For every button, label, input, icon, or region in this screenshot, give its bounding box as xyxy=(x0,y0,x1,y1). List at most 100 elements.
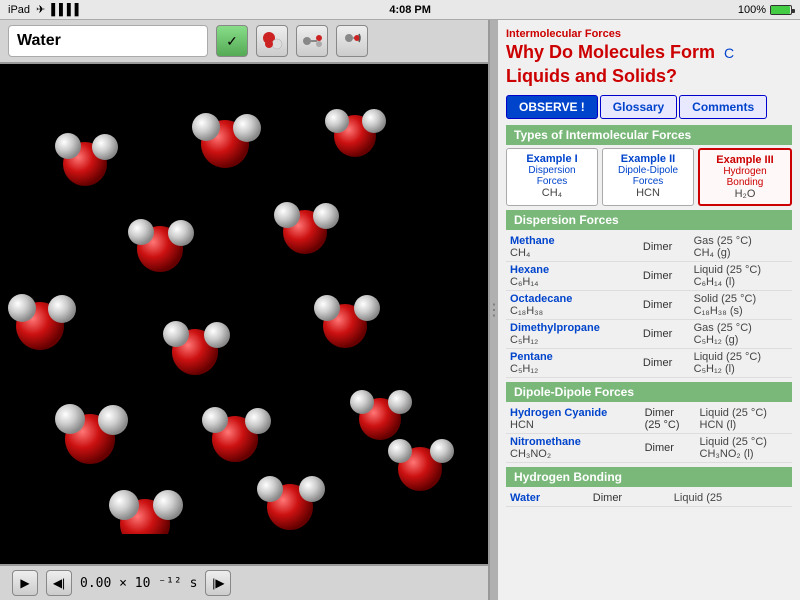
compound-name: Dimethylpropane xyxy=(510,322,600,334)
table-row[interactable]: DimethylpropaneC₅H₁₂ Dimer Gas (25 °C)C₅… xyxy=(506,320,792,349)
main-area: Water ✓ xyxy=(0,20,800,600)
h-atom xyxy=(92,134,118,160)
battery-icon xyxy=(770,5,792,15)
types-section-header: Types of Intermolecular Forces xyxy=(506,125,792,145)
time-unit: s xyxy=(190,576,198,591)
h-atom xyxy=(350,390,374,414)
state-info: Gas (25 °C) xyxy=(694,235,752,247)
wifi-icon: ✈ xyxy=(36,3,45,16)
bond-button[interactable] xyxy=(296,25,328,57)
state-formula: HCN (l) xyxy=(700,419,737,431)
compound-name: Pentane xyxy=(510,351,553,363)
dimer-label: Dimer xyxy=(643,328,672,340)
dipole-section-header: Dipole-Dipole Forces xyxy=(506,382,792,402)
h-atom xyxy=(274,202,300,228)
main-title-line1: Why Do Molecules Form C xyxy=(506,42,734,64)
hbonding-section-header: Hydrogen Bonding xyxy=(506,467,792,487)
molecule-name-display: Water xyxy=(8,25,208,57)
compound-formula: C₅H₁₂ xyxy=(510,363,538,375)
toolbar: Water ✓ xyxy=(0,20,488,64)
example-iii-box[interactable]: Example III HydrogenBonding H₂O xyxy=(698,148,792,206)
h-atom xyxy=(48,295,76,323)
time-display: 0.00 × 10 ⁻¹² s xyxy=(80,576,197,591)
atom-button[interactable] xyxy=(256,25,288,57)
state-formula: CH₄ (g) xyxy=(694,247,731,259)
state-info: Liquid (25 °C) xyxy=(700,407,767,419)
ex1-subtitle: DispersionForces xyxy=(511,165,593,187)
compound-name: Nitromethane xyxy=(510,436,581,448)
h-atom xyxy=(168,220,194,246)
play-button[interactable]: ▶ xyxy=(12,570,38,596)
dimer-label: Dimer xyxy=(645,442,674,454)
atom-icon xyxy=(261,30,283,52)
section-subtitle: Intermolecular Forces xyxy=(506,28,734,40)
table-row[interactable]: OctadecaneC₁₈H₃₈ Dimer Solid (25 °C)C₁₈H… xyxy=(506,291,792,320)
reload-button[interactable]: C xyxy=(724,45,734,61)
hbonding-table: Water Dimer Liquid (25 xyxy=(506,490,792,507)
table-row[interactable]: Hydrogen CyanideHCN Dimer(25 °C) Liquid … xyxy=(506,405,792,434)
h-atom xyxy=(128,219,154,245)
state-formula: C₁₈H₃₈ (s) xyxy=(694,305,743,317)
time-exp: ⁻¹² xyxy=(158,576,181,591)
ipad-label: iPad xyxy=(8,4,30,16)
rotate-icon xyxy=(341,30,363,52)
h-atom xyxy=(245,408,271,434)
h-atom xyxy=(299,476,325,502)
h-atom xyxy=(202,407,228,433)
state-info: Gas (25 °C) xyxy=(694,322,752,334)
table-row[interactable]: HexaneC₆H₁₄ Dimer Liquid (25 °C)C₆H₁₄ (l… xyxy=(506,262,792,291)
state-formula: C₅H₁₂ (l) xyxy=(694,363,735,375)
h-atom xyxy=(109,490,139,520)
ex2-formula: HCN xyxy=(607,187,689,199)
compound-formula: C₆H₁₄ xyxy=(510,276,539,288)
h-atom xyxy=(325,109,349,133)
dimer-label: Dimer xyxy=(643,357,672,369)
h-atom xyxy=(362,109,386,133)
status-left: iPad ✈ ▌▌▌▌ xyxy=(8,3,82,16)
ex1-formula: CH₄ xyxy=(511,187,593,199)
compound-formula: C₁₈H₃₈ xyxy=(510,305,543,317)
h-atom xyxy=(55,133,81,159)
simulation-controls: ▶ ◀| 0.00 × 10 ⁻¹² s |▶ xyxy=(0,564,488,600)
tab-row: OBSERVE ! Glossary Comments xyxy=(506,95,792,119)
table-row[interactable]: Water Dimer Liquid (25 xyxy=(506,490,792,507)
table-row[interactable]: NitromethaneCH₃NO₂ Dimer Liquid (25 °C)C… xyxy=(506,434,792,463)
time-value: 0.00 × 10 xyxy=(80,576,150,591)
h-atom xyxy=(55,404,85,434)
dispersion-table: MethaneCH₄ Dimer Gas (25 °C)CH₄ (g) Hexa… xyxy=(506,233,792,378)
ex3-subtitle: HydrogenBonding xyxy=(704,166,786,188)
state-formula: C₅H₁₂ (g) xyxy=(694,334,739,346)
compound-formula: CH₄ xyxy=(510,247,530,259)
bond-icon xyxy=(301,30,323,52)
state-info: Liquid (25 °C) xyxy=(694,264,761,276)
h-atom xyxy=(98,405,128,435)
example-i-box[interactable]: Example I DispersionForces CH₄ xyxy=(506,148,598,206)
confirm-button[interactable]: ✓ xyxy=(216,25,248,57)
tab-comments[interactable]: Comments xyxy=(679,95,767,119)
rotate-button[interactable] xyxy=(336,25,368,57)
h-atom xyxy=(153,490,183,520)
battery-fill xyxy=(771,6,790,14)
status-time: 4:08 PM xyxy=(389,4,431,16)
h-atom xyxy=(163,321,189,347)
step-fwd-button[interactable]: |▶ xyxy=(205,570,231,596)
tab-observe[interactable]: OBSERVE ! xyxy=(506,95,598,119)
dimer-label: Dimer xyxy=(593,492,622,504)
battery-pct: 100% xyxy=(738,4,766,16)
compound-formula: C₅H₁₂ xyxy=(510,334,538,346)
table-row[interactable]: PentaneC₅H₁₂ Dimer Liquid (25 °C)C₅H₁₂ (… xyxy=(506,349,792,378)
h-atom xyxy=(313,203,339,229)
h-atom xyxy=(314,295,340,321)
status-right: 100% xyxy=(738,4,792,16)
table-row[interactable]: MethaneCH₄ Dimer Gas (25 °C)CH₄ (g) xyxy=(506,233,792,262)
compound-name: Hydrogen Cyanide xyxy=(510,407,607,419)
dispersion-section-header: Dispersion Forces xyxy=(506,210,792,230)
h-atom xyxy=(192,113,220,141)
tab-glossary[interactable]: Glossary xyxy=(600,95,677,119)
example-ii-box[interactable]: Example II Dipole-DipoleForces HCN xyxy=(602,148,694,206)
panel-divider[interactable] xyxy=(490,20,498,600)
ex3-formula: H₂O xyxy=(704,188,786,200)
h-atom xyxy=(388,439,412,463)
ex1-title: Example I xyxy=(511,153,593,165)
step-back-button[interactable]: ◀| xyxy=(46,570,72,596)
